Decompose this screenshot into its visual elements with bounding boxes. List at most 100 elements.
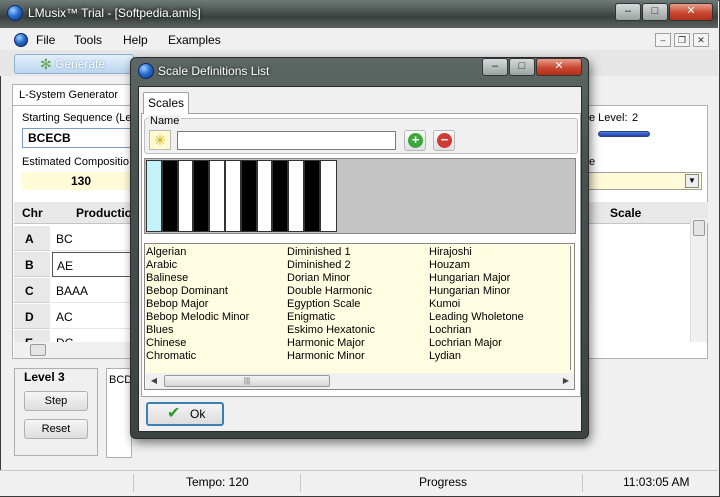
list-item[interactable]: Houzam: [429, 259, 470, 271]
scroll-thumb[interactable]: |||: [164, 375, 330, 387]
scroll-thumb[interactable]: [30, 344, 46, 356]
piano-key[interactable]: [272, 160, 288, 232]
scale-name-input[interactable]: [177, 131, 396, 150]
piano-key[interactable]: [178, 160, 193, 232]
list-item[interactable]: Balinese: [146, 272, 188, 284]
status-separator: [300, 474, 301, 492]
grid-horizontal-scrollbar[interactable]: [14, 342, 132, 358]
list-item[interactable]: Hungarian Major: [429, 272, 510, 284]
checkmark-icon: ✔: [167, 405, 181, 422]
ok-button[interactable]: Ok: [146, 402, 224, 426]
minimize-button[interactable]: –: [615, 3, 641, 21]
table-row[interactable]: E DC: [14, 330, 134, 342]
list-horizontal-scrollbar[interactable]: ◀ ||| ▶: [146, 373, 574, 389]
scroll-left-arrow-icon[interactable]: ◀: [146, 373, 162, 389]
piano-key[interactable]: [320, 160, 337, 232]
menu-examples[interactable]: Examples: [168, 33, 221, 47]
window-title: LMusix™ Trial - [Softpedia.amls]: [28, 6, 201, 20]
list-item[interactable]: Blues: [146, 324, 174, 336]
row-production[interactable]: BAAA: [52, 278, 134, 303]
list-item[interactable]: Diminished 2: [287, 259, 351, 271]
list-item[interactable]: Kumoi: [429, 298, 460, 310]
table-row[interactable]: B AE: [14, 252, 134, 277]
mdi-restore-button[interactable]: ❐: [674, 33, 690, 47]
list-item[interactable]: Leading Wholetone: [429, 311, 524, 323]
grid-vertical-scrollbar[interactable]: [690, 218, 707, 342]
scroll-right-arrow-icon[interactable]: ▶: [558, 373, 574, 389]
list-item[interactable]: Chinese: [146, 337, 186, 349]
list-item[interactable]: Dorian Minor: [287, 272, 350, 284]
list-item[interactable]: Diminished 1: [287, 246, 351, 258]
level-slider[interactable]: [598, 131, 650, 137]
list-item[interactable]: Arabic: [146, 259, 177, 271]
list-item[interactable]: Hirajoshi: [429, 246, 472, 258]
row-production[interactable]: AC: [52, 304, 134, 329]
app-globe-icon: [7, 5, 23, 21]
piano-key[interactable]: [209, 160, 225, 232]
table-row[interactable]: D AC: [14, 304, 134, 329]
level-label: e Level:: [589, 112, 628, 124]
estimated-composition-label: Estimated Compositio: [22, 156, 129, 168]
list-item[interactable]: Bebop Melodic Minor: [146, 311, 249, 323]
list-item[interactable]: Chromatic: [146, 350, 196, 362]
sequence-output[interactable]: BCD: [106, 368, 132, 458]
menu-tools[interactable]: Tools: [74, 33, 102, 47]
column-header-scale[interactable]: Scale: [610, 206, 641, 220]
piano-key[interactable]: [304, 160, 320, 232]
list-item[interactable]: Lochrian: [429, 324, 471, 336]
list-item[interactable]: Harmonic Minor: [287, 350, 365, 362]
menu-file[interactable]: File: [36, 33, 55, 47]
generate-button[interactable]: Generate: [14, 54, 134, 74]
list-item[interactable]: Algerian: [146, 246, 186, 258]
remove-scale-button[interactable]: −: [433, 130, 455, 151]
list-item[interactable]: Lydian: [429, 350, 461, 362]
scroll-thumb[interactable]: [693, 220, 705, 236]
table-row[interactable]: C BAAA: [14, 278, 134, 303]
menu-help[interactable]: Help: [123, 33, 148, 47]
starting-sequence-input[interactable]: BCECB: [22, 128, 140, 148]
list-item[interactable]: Harmonic Major: [287, 337, 365, 349]
row-production[interactable]: DC: [52, 330, 134, 342]
list-item[interactable]: Egyption Scale: [287, 298, 360, 310]
chevron-down-icon[interactable]: ▼: [685, 174, 699, 188]
tab-lsystem-generator[interactable]: L-System Generator: [12, 84, 142, 106]
list-item[interactable]: Hungarian Minor: [429, 285, 510, 297]
piano-key[interactable]: [257, 160, 272, 232]
piano-key[interactable]: [241, 160, 257, 232]
piano-key[interactable]: [162, 160, 178, 232]
dialog-minimize-button[interactable]: –: [482, 58, 508, 76]
status-progress: Progress: [419, 475, 468, 489]
scale-label: e: [589, 156, 596, 168]
table-row[interactable]: A BC: [14, 226, 134, 251]
piano-key[interactable]: [288, 160, 304, 232]
mdi-close-button[interactable]: ✕: [693, 33, 709, 47]
dialog-close-button[interactable]: ✕: [536, 58, 582, 76]
add-scale-button[interactable]: +: [404, 130, 426, 151]
mdi-minimize-button[interactable]: –: [655, 33, 671, 47]
new-scale-icon[interactable]: ✳: [149, 130, 171, 150]
list-item[interactable]: Bebop Dominant: [146, 285, 228, 297]
list-item[interactable]: Bebop Major: [146, 298, 208, 310]
close-button[interactable]: ✕: [669, 3, 713, 21]
dialog-globe-icon: [138, 63, 154, 79]
column-header-chr[interactable]: Chr: [22, 206, 43, 220]
scale-select[interactable]: ▼: [584, 172, 702, 190]
row-production[interactable]: AE: [52, 252, 134, 277]
list-item[interactable]: Eskimo Hexatonic: [287, 324, 375, 336]
piano-key[interactable]: [225, 160, 241, 232]
step-button[interactable]: Step: [24, 391, 88, 411]
list-item[interactable]: Lochrian Major: [429, 337, 502, 349]
dialog-maximize-button[interactable]: □: [509, 58, 535, 76]
piano-key[interactable]: [193, 160, 209, 232]
row-production[interactable]: BC: [52, 226, 134, 251]
tab-scales[interactable]: Scales: [143, 92, 189, 114]
list-item[interactable]: Enigmatic: [287, 311, 335, 323]
maximize-button[interactable]: □: [642, 3, 668, 21]
status-tempo: Tempo: 120: [186, 475, 249, 489]
reset-button[interactable]: Reset: [24, 419, 88, 439]
starting-sequence-label: Starting Sequence (Le: [22, 112, 132, 124]
piano-key[interactable]: [146, 160, 162, 232]
list-item[interactable]: Double Harmonic: [287, 285, 372, 297]
name-group-label: Name: [148, 115, 182, 127]
plus-icon: +: [408, 133, 423, 148]
